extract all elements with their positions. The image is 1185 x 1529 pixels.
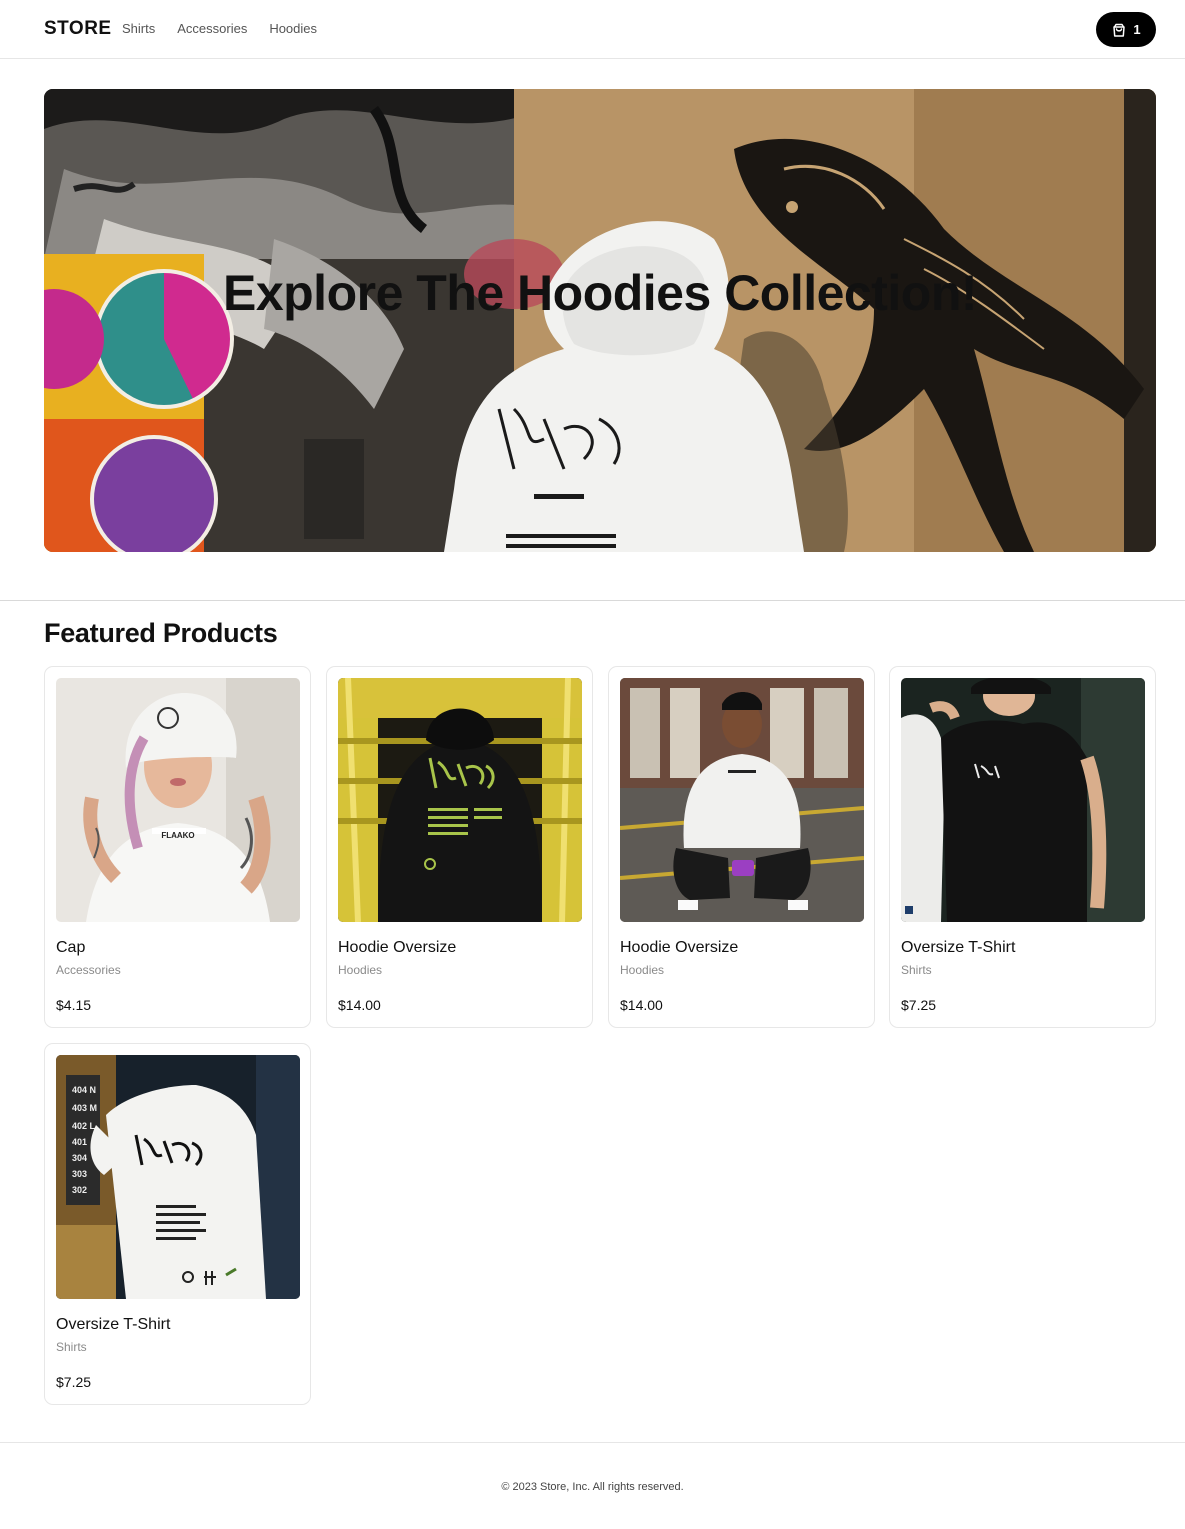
product-card[interactable]: 404 N 403 M 402 L 401 304 303 302 Oversi… — [44, 1043, 311, 1405]
product-price: $7.25 — [901, 997, 937, 1013]
product-category: Shirts — [56, 1340, 87, 1354]
svg-text:304: 304 — [72, 1153, 87, 1163]
product-name: Oversize T-Shirt — [56, 1316, 171, 1333]
svg-text:402 L: 402 L — [72, 1121, 96, 1131]
nav-link-accessories[interactable]: Accessories — [177, 21, 247, 36]
product-card[interactable]: FLAAKO Cap Accessories $4.15 — [44, 666, 311, 1028]
product-image: 404 N 403 M 402 L 401 304 303 302 — [56, 1055, 300, 1299]
svg-text:303: 303 — [72, 1169, 87, 1179]
main-nav: Shirts Accessories Hoodies — [122, 21, 317, 36]
product-image — [338, 678, 582, 922]
featured-products-title: Featured Products — [44, 618, 278, 648]
product-category: Shirts — [901, 963, 932, 977]
product-category: Accessories — [56, 963, 121, 977]
product-name: Hoodie Oversize — [620, 939, 739, 956]
store-logo[interactable]: STORE — [44, 18, 112, 40]
product-image: FLAAKO — [56, 678, 300, 922]
product-image — [620, 678, 864, 922]
cart-count: 1 — [1133, 22, 1141, 37]
site-footer: © 2023 Store, Inc. All rights reserved. — [0, 1442, 1185, 1529]
product-name: Oversize T-Shirt — [901, 939, 1016, 956]
product-category: Hoodies — [338, 963, 383, 977]
product-price: $14.00 — [338, 997, 381, 1013]
nav-link-shirts[interactable]: Shirts — [122, 21, 155, 36]
product-name: Hoodie Oversize — [338, 939, 457, 956]
hero-title: Explore The Hoodies Collection! — [222, 265, 978, 321]
product-category: Hoodies — [620, 963, 665, 977]
product-card[interactable]: Hoodie Oversize Hoodies $14.00 — [326, 666, 593, 1028]
copyright-text: © 2023 Store, Inc. All rights reserved. — [501, 1481, 684, 1493]
product-image — [901, 678, 1145, 922]
svg-text:404 N: 404 N — [72, 1085, 96, 1095]
shopping-bag-icon — [1111, 22, 1127, 38]
svg-text:FLAAKO: FLAAKO — [161, 831, 194, 840]
site-header: STORE Shirts Accessories Hoodies 1 — [0, 0, 1185, 59]
product-card[interactable]: Oversize T-Shirt Shirts $7.25 — [889, 666, 1156, 1028]
svg-text:403 M: 403 M — [72, 1103, 97, 1113]
product-name: Cap — [56, 939, 86, 956]
hero-banner[interactable]: Explore The Hoodies Collection! — [44, 89, 1156, 552]
product-price: $7.25 — [56, 1374, 92, 1390]
nav-link-hoodies[interactable]: Hoodies — [269, 21, 317, 36]
product-price: $14.00 — [620, 997, 663, 1013]
product-price: $4.15 — [56, 997, 92, 1013]
svg-text:302: 302 — [72, 1185, 87, 1195]
cart-button[interactable]: 1 — [1096, 12, 1156, 47]
section-divider — [0, 600, 1185, 601]
product-card[interactable]: Hoodie Oversize Hoodies $14.00 — [608, 666, 875, 1028]
svg-text:401: 401 — [72, 1137, 87, 1147]
